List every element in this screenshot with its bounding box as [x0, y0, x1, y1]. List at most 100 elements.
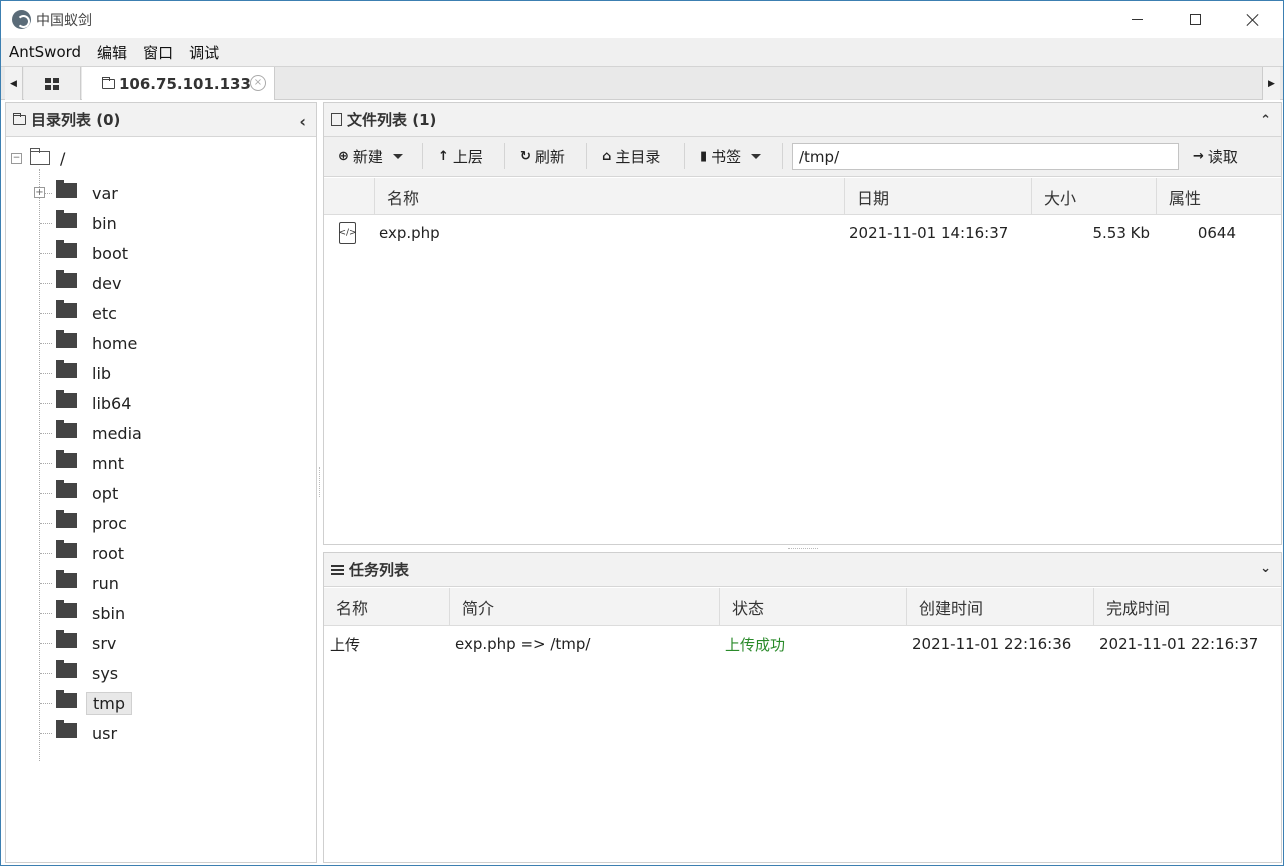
up-level-button[interactable]: ↑ 上层 [434, 143, 487, 169]
tree-node-sbin[interactable]: sbin [40, 599, 131, 624]
tree-node-run[interactable]: run [40, 569, 125, 594]
chevron-up-icon[interactable]: ⌃ [1260, 113, 1271, 128]
tab-close-icon[interactable]: × [250, 75, 266, 91]
task-column-created[interactable]: 创建时间 [906, 588, 1093, 626]
menu-debug[interactable]: 调试 [181, 42, 227, 63]
tree-branch-line [40, 642, 52, 644]
window-title: 中国蚁剑 [36, 13, 92, 29]
task-column-status[interactable]: 状态 [719, 588, 906, 626]
tree-branch-line [40, 252, 52, 254]
tree-node-usr[interactable]: usr [40, 719, 123, 744]
tree-node-opt[interactable]: opt [40, 479, 124, 504]
tab-shell-session[interactable]: 106.75.101.133 × [82, 67, 275, 100]
tree-node-label[interactable]: tmp [86, 691, 133, 715]
file-row[interactable]: </> exp.php 2021-11-01 14:16:37 5.53 Kb … [324, 215, 1281, 251]
file-list-panel: 文件列表 (1) ⌃ ⊕ 新建 ↑ 上层 ↻ 刷新 ⌂ 主目录 ▮ 书签 /tm… [323, 102, 1282, 545]
file-date: 2021-11-01 14:16:37 [849, 224, 1009, 242]
tree-node-label[interactable]: run [86, 573, 125, 594]
home-icon: ⌂ [602, 148, 612, 164]
tab-scroll-right-button[interactable]: ▶ [1262, 67, 1280, 100]
task-row[interactable]: 上传 exp.php => /tmp/ 上传成功 2021-11-01 22:1… [324, 626, 1281, 662]
tree-node-label[interactable]: boot [86, 243, 134, 264]
close-window-button[interactable] [1224, 1, 1282, 38]
column-header-icon[interactable] [324, 178, 374, 215]
menu-edit[interactable]: 编辑 [89, 42, 135, 63]
chevron-left-icon[interactable]: ‹ [299, 112, 306, 131]
bookmark-icon: ▮ [700, 148, 708, 164]
tree-node-label[interactable]: etc [86, 303, 123, 324]
expand-toggle-icon[interactable]: + [34, 187, 45, 198]
task-column-finished[interactable]: 完成时间 [1093, 588, 1281, 626]
file-name[interactable]: exp.php [379, 215, 440, 251]
tree-node-var[interactable]: + var [34, 179, 124, 204]
tree-node-label[interactable]: root [86, 543, 130, 564]
bookmark-button[interactable]: ▮ 书签 [696, 143, 765, 169]
tree-node-home[interactable]: home [40, 329, 143, 354]
tab-home[interactable] [24, 67, 81, 100]
maximize-button[interactable] [1166, 1, 1224, 38]
tree-node-label[interactable]: sys [86, 663, 124, 684]
refresh-icon: ↻ [520, 148, 531, 164]
column-header-size[interactable]: 大小 [1031, 178, 1156, 215]
arrow-up-icon: ↑ [438, 148, 449, 164]
folder-icon [56, 449, 77, 468]
minimize-button[interactable] [1108, 1, 1166, 38]
tree-branch-line [40, 702, 52, 704]
refresh-button[interactable]: ↻ 刷新 [516, 143, 569, 169]
tree-node-label[interactable]: var [86, 183, 124, 204]
tree-node-bin[interactable]: bin [40, 209, 123, 234]
tree-node-tmp[interactable]: tmp [40, 689, 133, 715]
read-path-button[interactable]: → 读取 [1189, 143, 1242, 169]
horizontal-splitter[interactable] [323, 545, 1282, 552]
tree-node-label[interactable]: mnt [86, 453, 130, 474]
tree-branch-line [40, 462, 52, 464]
file-list-title: 文件列表 (1) [347, 111, 437, 129]
task-list-title: 任务列表 [349, 561, 410, 579]
grid-icon [45, 77, 59, 90]
tree-node-sys[interactable]: sys [40, 659, 124, 684]
tree-root-node[interactable]: − / [11, 148, 65, 168]
column-header-attr[interactable]: 属性 [1156, 178, 1281, 215]
menu-antsword[interactable]: AntSword [1, 43, 89, 61]
tree-node-label[interactable]: sbin [86, 603, 131, 624]
tree-node-etc[interactable]: etc [40, 299, 123, 324]
task-list-panel: 任务列表 ⌄ 名称 简介 状态 创建时间 完成时间 上传 exp.php => … [323, 552, 1282, 863]
tree-node-label[interactable]: srv [86, 633, 122, 654]
tree-node-proc[interactable]: proc [40, 509, 133, 534]
tree-node-label[interactable]: home [86, 333, 143, 354]
column-header-date[interactable]: 日期 [844, 178, 1031, 215]
task-status: 上传成功 [725, 635, 786, 654]
folder-icon [102, 76, 115, 89]
tree-node-label[interactable]: opt [86, 483, 124, 504]
column-header-name[interactable]: 名称 [374, 178, 844, 215]
tree-node-label[interactable]: proc [86, 513, 133, 534]
minimize-icon [1131, 19, 1143, 20]
new-button[interactable]: ⊕ 新建 [334, 143, 407, 169]
home-dir-button[interactable]: ⌂ 主目录 [598, 143, 664, 169]
tree-branch-line [40, 612, 52, 614]
tree-node-label[interactable]: media [86, 423, 148, 444]
tree-node-label[interactable]: lib [86, 363, 117, 384]
tab-scroll-left-button[interactable]: ◀ [5, 67, 23, 100]
menu-window[interactable]: 窗口 [135, 42, 181, 63]
task-column-desc[interactable]: 简介 [449, 588, 719, 626]
tree-node-label[interactable]: lib64 [86, 393, 137, 414]
tree-node-lib[interactable]: lib [40, 359, 117, 384]
tree-branch-line [40, 672, 52, 674]
tree-node-dev[interactable]: dev [40, 269, 127, 294]
directory-panel: 目录列表 (0) ‹ − / + var bin boot dev etc home lib l… [5, 102, 317, 863]
tree-node-srv[interactable]: srv [40, 629, 122, 654]
tree-node-boot[interactable]: boot [40, 239, 134, 264]
tree-node-label[interactable]: usr [86, 723, 123, 744]
chevron-down-icon[interactable]: ⌄ [1260, 561, 1271, 576]
tree-node-label[interactable]: bin [86, 213, 123, 234]
tree-node-mnt[interactable]: mnt [40, 449, 130, 474]
task-column-name[interactable]: 名称 [324, 588, 449, 626]
collapse-toggle-icon[interactable]: − [11, 152, 22, 164]
tree-node-root[interactable]: root [40, 539, 130, 564]
tree-node-label[interactable]: dev [86, 273, 127, 294]
tree-node-media[interactable]: media [40, 419, 148, 444]
file-toolbar: ⊕ 新建 ↑ 上层 ↻ 刷新 ⌂ 主目录 ▮ 书签 /tmp/ → 读取 [324, 137, 1281, 177]
path-input[interactable] [792, 143, 1179, 170]
tree-node-lib64[interactable]: lib64 [40, 389, 137, 414]
